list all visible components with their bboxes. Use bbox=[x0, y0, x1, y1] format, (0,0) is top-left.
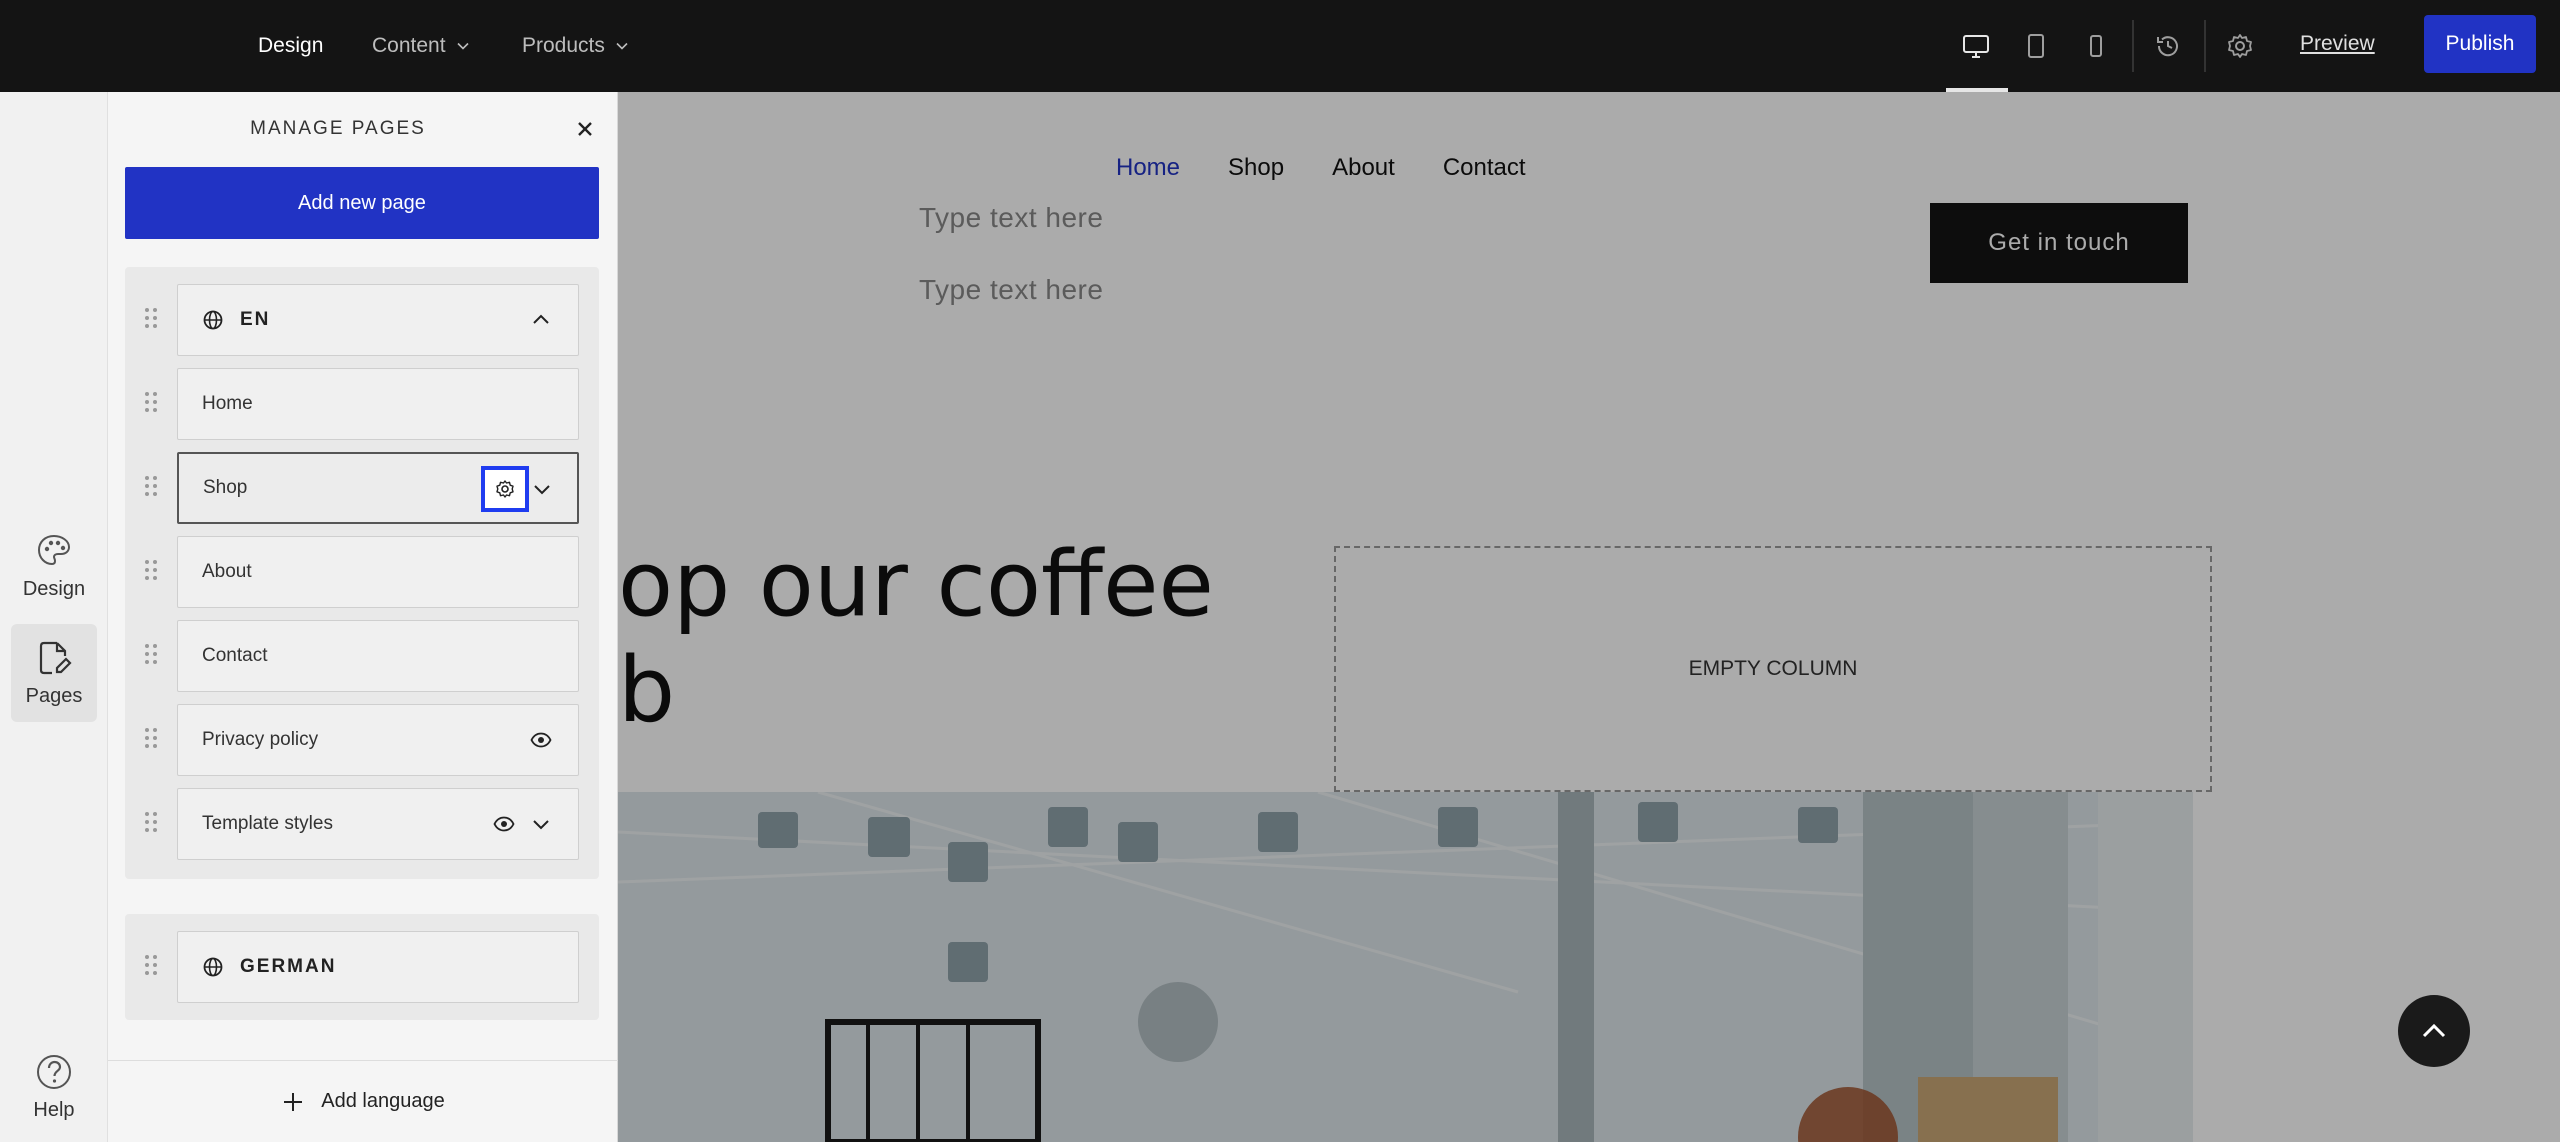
site-nav: Home Shop About Contact bbox=[1116, 154, 1526, 182]
tab-design-label: Design bbox=[258, 34, 324, 57]
page-item-label: About bbox=[202, 561, 252, 582]
drag-handle-icon[interactable] bbox=[144, 474, 158, 498]
publish-button[interactable]: Publish bbox=[2424, 15, 2536, 73]
chevron-up-icon bbox=[2422, 1023, 2446, 1038]
page-settings-gear-icon[interactable] bbox=[481, 466, 529, 512]
site-canvas: Home Shop About Contact Type text here T… bbox=[618, 92, 2560, 1142]
page-item-contact[interactable]: Contact bbox=[177, 620, 579, 692]
page-item-template-styles[interactable]: Template styles bbox=[177, 788, 579, 860]
chevron-down-icon[interactable] bbox=[527, 474, 557, 504]
page-row-contact: Contact bbox=[125, 620, 599, 692]
editor-root: Design Content Products Preview Publish bbox=[0, 0, 2560, 1142]
cafe-photo-illustration bbox=[618, 792, 2193, 1142]
tab-content-label: Content bbox=[372, 34, 446, 57]
page-item-shop[interactable]: Shop bbox=[177, 452, 579, 524]
mobile-icon[interactable] bbox=[2076, 26, 2116, 66]
chevron-down-icon bbox=[456, 42, 469, 50]
plus-icon bbox=[284, 1092, 303, 1111]
scroll-to-top-button[interactable] bbox=[2398, 995, 2470, 1067]
empty-column-label: EMPTY COLUMN bbox=[1688, 657, 1858, 680]
rail-item-design-label: Design bbox=[22, 577, 86, 600]
language-code: EN bbox=[240, 309, 271, 330]
site-nav-about[interactable]: About bbox=[1332, 154, 1395, 182]
page-item-about[interactable]: About bbox=[177, 536, 579, 608]
drag-handle-icon[interactable] bbox=[144, 642, 158, 666]
history-icon[interactable] bbox=[2148, 26, 2188, 66]
tab-products[interactable]: Products bbox=[522, 0, 629, 92]
language-group-german: GERMAN bbox=[125, 914, 599, 1020]
tablet-icon[interactable] bbox=[2016, 26, 2056, 66]
globe-icon bbox=[203, 957, 223, 977]
drag-handle-icon[interactable] bbox=[144, 558, 158, 582]
eye-icon[interactable] bbox=[526, 725, 556, 755]
active-device-indicator bbox=[1946, 88, 2008, 92]
language-code: GERMAN bbox=[240, 956, 337, 977]
site-nav-shop[interactable]: Shop bbox=[1228, 154, 1284, 182]
text-placeholder[interactable]: Type text here bbox=[919, 202, 1103, 234]
page-item-label: Template styles bbox=[202, 813, 333, 834]
close-icon[interactable] bbox=[570, 114, 600, 144]
language-row-en: EN bbox=[125, 284, 599, 356]
left-rail: Design Pages Help bbox=[0, 92, 108, 1142]
page-item-label: Contact bbox=[202, 645, 268, 666]
palette-icon bbox=[37, 534, 71, 565]
top-toolbar: Design Content Products Preview Publish bbox=[0, 0, 2560, 92]
language-german-header[interactable]: GERMAN bbox=[177, 931, 579, 1003]
preview-link[interactable]: Preview bbox=[2300, 32, 2375, 56]
cafe-interior-image bbox=[618, 792, 2193, 1142]
help-icon bbox=[37, 1054, 71, 1089]
chevron-down-icon[interactable] bbox=[526, 809, 556, 839]
get-in-touch-button[interactable]: Get in touch bbox=[1930, 203, 2188, 283]
language-en-header[interactable]: EN bbox=[177, 284, 579, 356]
page-edit-icon bbox=[39, 641, 72, 674]
page-row-privacy-policy: Privacy policy bbox=[125, 704, 599, 776]
toolbar-divider bbox=[2132, 20, 2134, 72]
language-group-en: EN Home Shop About Contact Privacy polic… bbox=[125, 267, 599, 879]
drag-handle-icon[interactable] bbox=[144, 390, 158, 414]
chevron-up-icon[interactable] bbox=[526, 305, 556, 335]
add-new-page-button[interactable]: Add new page bbox=[125, 167, 599, 239]
page-row-shop: Shop bbox=[125, 452, 599, 524]
page-item-label: Privacy policy bbox=[202, 729, 319, 750]
manage-pages-panel: MANAGE PAGES Add new page EN Home Shop A… bbox=[108, 92, 618, 1142]
page-row-about: About bbox=[125, 536, 599, 608]
drag-handle-icon[interactable] bbox=[144, 953, 158, 977]
toolbar-divider bbox=[2204, 20, 2206, 72]
page-row-home: Home bbox=[125, 368, 599, 440]
rail-item-design[interactable]: Design bbox=[11, 517, 97, 615]
desktop-icon[interactable] bbox=[1956, 26, 1996, 66]
site-nav-contact[interactable]: Contact bbox=[1443, 154, 1526, 182]
rail-item-help[interactable]: Help bbox=[11, 1038, 97, 1136]
add-language-label: Add language bbox=[321, 1090, 445, 1112]
language-row-german: GERMAN bbox=[125, 931, 599, 1003]
globe-icon bbox=[203, 310, 223, 330]
site-nav-home[interactable]: Home bbox=[1116, 154, 1180, 182]
add-language-button[interactable]: Add language bbox=[108, 1060, 618, 1142]
chevron-down-icon bbox=[616, 42, 628, 50]
drag-handle-icon[interactable] bbox=[144, 306, 158, 330]
drag-handle-icon[interactable] bbox=[144, 810, 158, 834]
rail-item-pages-label: Pages bbox=[25, 684, 83, 707]
panel-title: MANAGE PAGES bbox=[250, 118, 426, 139]
hero-title[interactable]: op our coffee b bbox=[618, 532, 1214, 744]
rail-item-pages[interactable]: Pages bbox=[11, 624, 97, 722]
page-item-label: Home bbox=[202, 393, 253, 414]
text-placeholder[interactable]: Type text here bbox=[919, 274, 1103, 306]
tab-design[interactable]: Design bbox=[258, 0, 323, 92]
page-item-label: Shop bbox=[203, 477, 248, 498]
tab-products-label: Products bbox=[522, 34, 605, 57]
drag-handle-icon[interactable] bbox=[144, 726, 158, 750]
page-row-template-styles: Template styles bbox=[125, 788, 599, 860]
rail-item-help-label: Help bbox=[33, 1098, 75, 1121]
tab-content[interactable]: Content bbox=[372, 0, 470, 92]
settings-gear-icon[interactable] bbox=[2220, 26, 2260, 66]
page-item-privacy-policy[interactable]: Privacy policy bbox=[177, 704, 579, 776]
page-item-home[interactable]: Home bbox=[177, 368, 579, 440]
empty-column[interactable]: EMPTY COLUMN bbox=[1334, 546, 2212, 792]
eye-icon[interactable] bbox=[489, 809, 519, 839]
